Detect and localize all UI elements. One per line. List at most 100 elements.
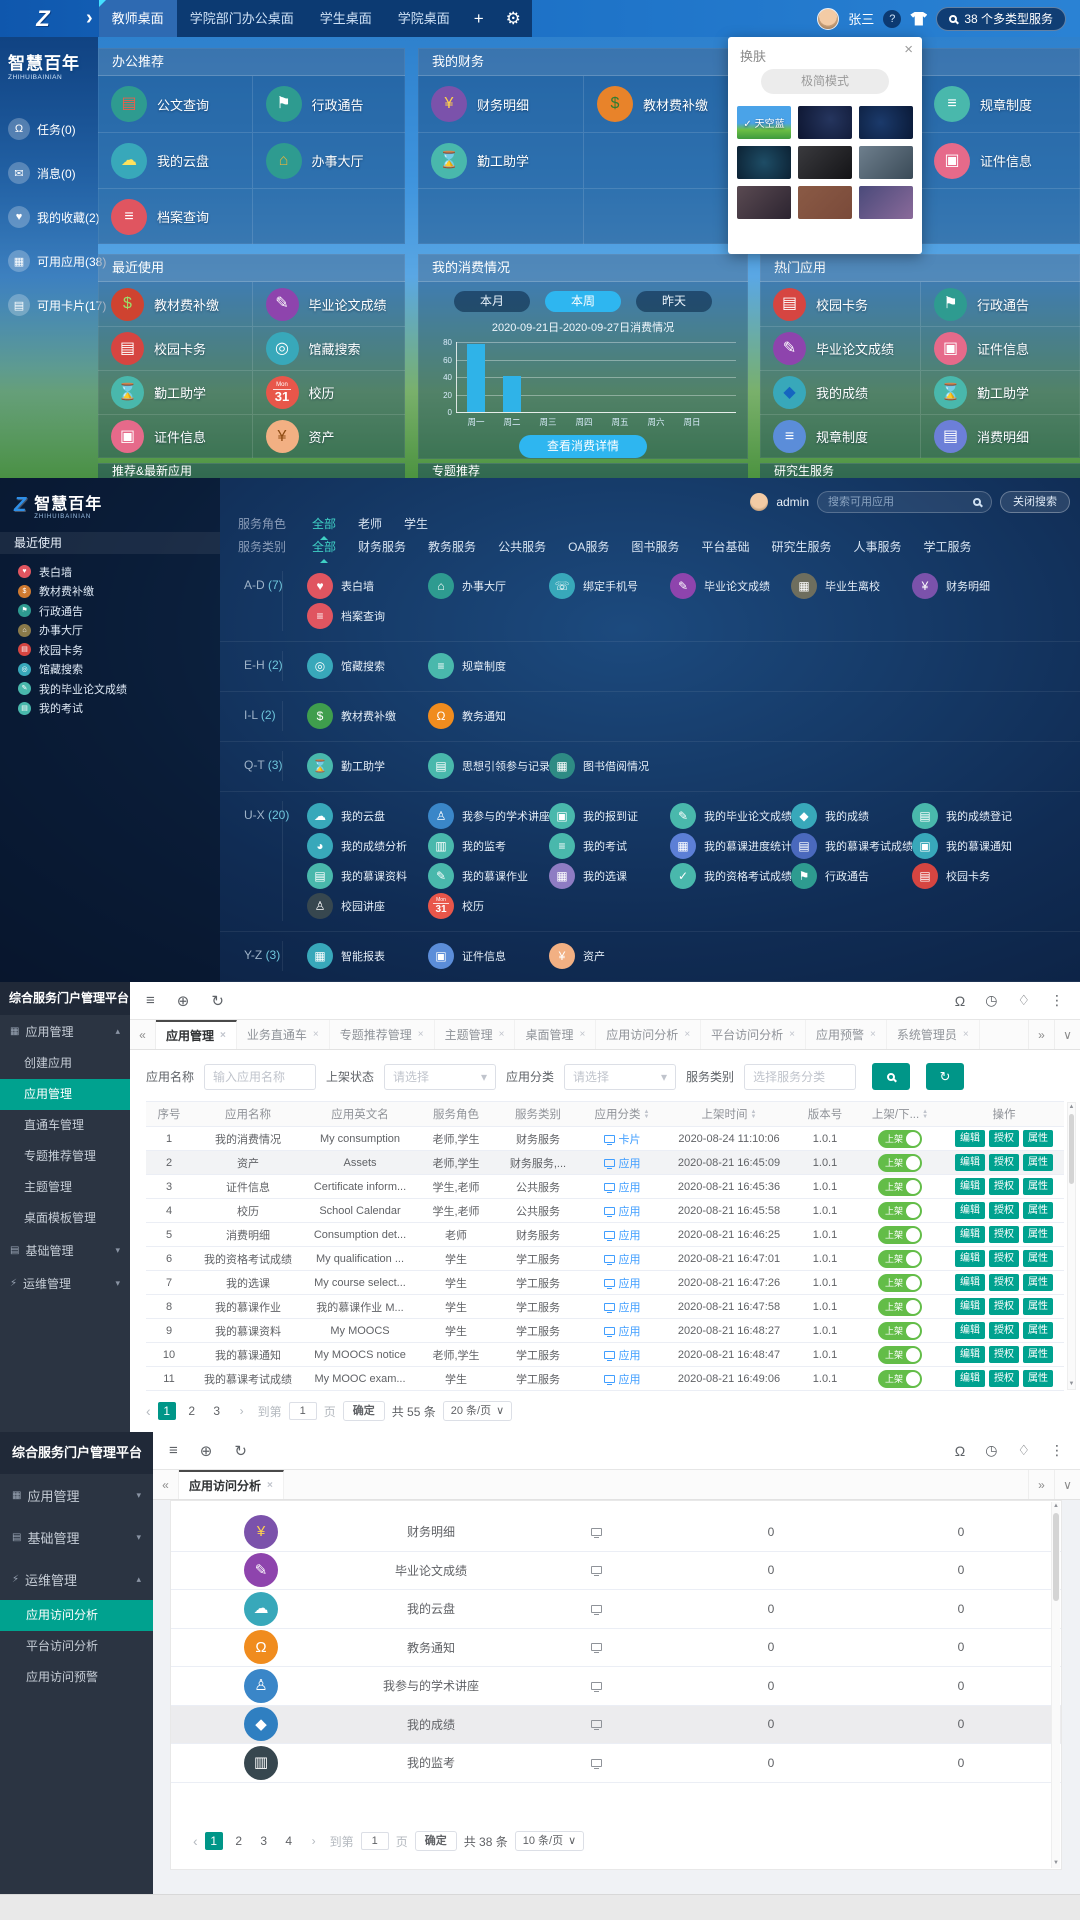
- prev-page-button[interactable]: ‹: [193, 1833, 198, 1849]
- page-size-select[interactable]: 10 条/页∨: [515, 1831, 584, 1851]
- app-item[interactable]: ≡档案查询: [98, 188, 252, 244]
- category-option[interactable]: 教务服务: [428, 538, 476, 555]
- app-item[interactable]: ▤校园卡务: [98, 326, 252, 370]
- app-name-input[interactable]: [204, 1064, 316, 1090]
- table-row[interactable]: 3证件信息Certificate inform...学生,老师公共服务应用202…: [146, 1175, 1064, 1199]
- page-size-select[interactable]: 20 条/页∨: [443, 1401, 512, 1421]
- 属性-button[interactable]: 属性: [1023, 1274, 1053, 1291]
- app-item[interactable]: ▦毕业生离校: [791, 571, 912, 601]
- view-tab[interactable]: 专题推荐管理×: [330, 1020, 435, 1049]
- app-item[interactable]: $教材费补缴: [583, 76, 748, 132]
- sidebar-menu-item[interactable]: 专题推荐管理: [0, 1141, 130, 1172]
- publish-toggle[interactable]: 上架: [878, 1154, 922, 1172]
- category-option[interactable]: 公共服务: [498, 538, 546, 555]
- sidebar-menu-item[interactable]: 平台访问分析: [0, 1631, 153, 1662]
- role-option[interactable]: 老师: [358, 515, 382, 532]
- 编辑-button[interactable]: 编辑: [955, 1250, 985, 1267]
- notification-bell-icon[interactable]: Ω: [955, 993, 965, 1009]
- app-item[interactable]: ▣我的报到证: [549, 801, 670, 831]
- consumption-tab[interactable]: 昨天: [636, 291, 712, 312]
- more-menu-icon[interactable]: ⋮: [1050, 1442, 1064, 1459]
- page-input[interactable]: 1: [289, 1402, 317, 1420]
- app-item[interactable]: ♙校园讲座: [307, 891, 428, 921]
- app-item[interactable]: $教材费补缴: [307, 701, 428, 731]
- next-page-button[interactable]: ›: [305, 1832, 323, 1850]
- 编辑-button[interactable]: 编辑: [955, 1154, 985, 1171]
- 编辑-button[interactable]: 编辑: [955, 1370, 985, 1387]
- chevron-right-icon[interactable]: ›: [86, 7, 93, 30]
- sidebar-menu-parent[interactable]: ▦应用管理▾: [0, 1474, 153, 1516]
- 属性-button[interactable]: 属性: [1023, 1202, 1053, 1219]
- skin-thumbnail[interactable]: [798, 186, 852, 219]
- 授权-button[interactable]: 授权: [989, 1130, 1019, 1147]
- app-item[interactable]: Mon31校历: [428, 891, 549, 921]
- table-row[interactable]: 5消费明细Consumption det...老师财务服务应用2020-08-2…: [146, 1223, 1064, 1247]
- analysis-row[interactable]: ♙我参与的学术讲座00: [171, 1667, 1061, 1706]
- 授权-button[interactable]: 授权: [989, 1370, 1019, 1387]
- app-item[interactable]: ▤公文查询: [98, 76, 252, 132]
- tab-close-icon[interactable]: ×: [963, 1029, 969, 1040]
- app-item[interactable]: ♙我参与的学术讲座: [428, 801, 549, 831]
- 属性-button[interactable]: 属性: [1023, 1154, 1053, 1171]
- publish-toggle[interactable]: 上架: [878, 1346, 922, 1364]
- tag-icon[interactable]: ♢: [1017, 992, 1030, 1009]
- page-number[interactable]: 3: [255, 1832, 273, 1850]
- search-icon[interactable]: [973, 498, 981, 506]
- menu-icon[interactable]: ≡: [146, 992, 155, 1009]
- table-row[interactable]: 1我的消费情况My consumption老师,学生财务服务卡片2020-08-…: [146, 1127, 1064, 1151]
- recent-app-item[interactable]: ⚑行政通告: [18, 601, 220, 621]
- globe-icon[interactable]: ⊕: [177, 992, 190, 1010]
- dashboard-icon[interactable]: ◷: [985, 1442, 997, 1459]
- app-item[interactable]: ▣我的慕课通知: [912, 831, 1033, 861]
- tab-close-icon[interactable]: ×: [499, 1029, 505, 1040]
- category-select[interactable]: 请选择▾: [564, 1064, 676, 1090]
- 授权-button[interactable]: 授权: [989, 1298, 1019, 1315]
- 授权-button[interactable]: 授权: [989, 1154, 1019, 1171]
- refresh-button[interactable]: ↻: [926, 1063, 964, 1090]
- skin-thumbnail[interactable]: [737, 186, 791, 219]
- sidebar-menu-item[interactable]: 主题管理: [0, 1172, 130, 1203]
- app-item[interactable]: ▤校园卡务: [760, 282, 920, 326]
- skin-thumbnail[interactable]: [798, 106, 852, 139]
- skin-thumbnail[interactable]: [859, 106, 913, 139]
- 编辑-button[interactable]: 编辑: [955, 1178, 985, 1195]
- confirm-page-button[interactable]: 确定: [415, 1831, 457, 1851]
- add-desktop-button[interactable]: +: [463, 0, 495, 37]
- sidebar-menu-parent[interactable]: ▤基础管理▾: [0, 1234, 130, 1267]
- category-option[interactable]: 财务服务: [358, 538, 406, 555]
- desktop-tab[interactable]: 学院桌面: [385, 0, 463, 37]
- app-item[interactable]: ▦我的慕课进度统计: [670, 831, 791, 861]
- category-option[interactable]: 全部: [312, 538, 336, 555]
- consumption-tab[interactable]: 本周: [545, 291, 621, 312]
- dashboard-icon[interactable]: ◷: [985, 992, 997, 1009]
- app-item[interactable]: ▤校园卡务: [912, 861, 1033, 891]
- tabs-dropdown-icon[interactable]: ∨: [1054, 1470, 1080, 1499]
- table-row[interactable]: 11我的慕课考试成绩My MOOC exam...学生学工服务应用2020-08…: [146, 1367, 1064, 1391]
- sidebar-menu-item[interactable]: 桌面模板管理: [0, 1203, 130, 1234]
- sidebar-item[interactable]: ▦可用应用(38): [0, 239, 98, 283]
- app-item[interactable]: ≡规章制度: [760, 414, 920, 458]
- app-item[interactable]: ◆我的成绩: [760, 370, 920, 414]
- category-link[interactable]: 应用: [580, 1155, 664, 1171]
- app-item[interactable]: ⌂办事大厅: [428, 571, 549, 601]
- page-number[interactable]: 2: [230, 1832, 248, 1850]
- app-item[interactable]: ¥财务明细: [418, 76, 583, 132]
- search-button[interactable]: [872, 1063, 910, 1090]
- app-item[interactable]: ▤我的慕课考试成绩: [791, 831, 912, 861]
- skin-shirt-icon[interactable]: [910, 12, 927, 26]
- analysis-row[interactable]: ◆我的成绩00: [171, 1706, 1061, 1745]
- sidebar-menu-parent[interactable]: ⚡运维管理▾: [0, 1267, 130, 1300]
- view-tab[interactable]: 业务直通车×: [237, 1020, 330, 1049]
- app-item[interactable]: ▤消费明细: [920, 414, 1080, 458]
- app-item[interactable]: ▣证件信息: [920, 326, 1080, 370]
- service-input[interactable]: [744, 1064, 856, 1090]
- status-select[interactable]: 请选择▾: [384, 1064, 496, 1090]
- app-item[interactable]: ▣证件信息: [428, 941, 549, 971]
- 授权-button[interactable]: 授权: [989, 1346, 1019, 1363]
- tabs-dropdown-icon[interactable]: ∨: [1054, 1020, 1080, 1049]
- tabs-scroll-right-icon[interactable]: »: [1028, 1020, 1054, 1049]
- app-item[interactable]: ¥资产: [252, 414, 406, 458]
- sort-icon[interactable]: ▲▼: [922, 1110, 928, 1120]
- globe-icon[interactable]: ⊕: [200, 1442, 213, 1460]
- 属性-button[interactable]: 属性: [1023, 1250, 1053, 1267]
